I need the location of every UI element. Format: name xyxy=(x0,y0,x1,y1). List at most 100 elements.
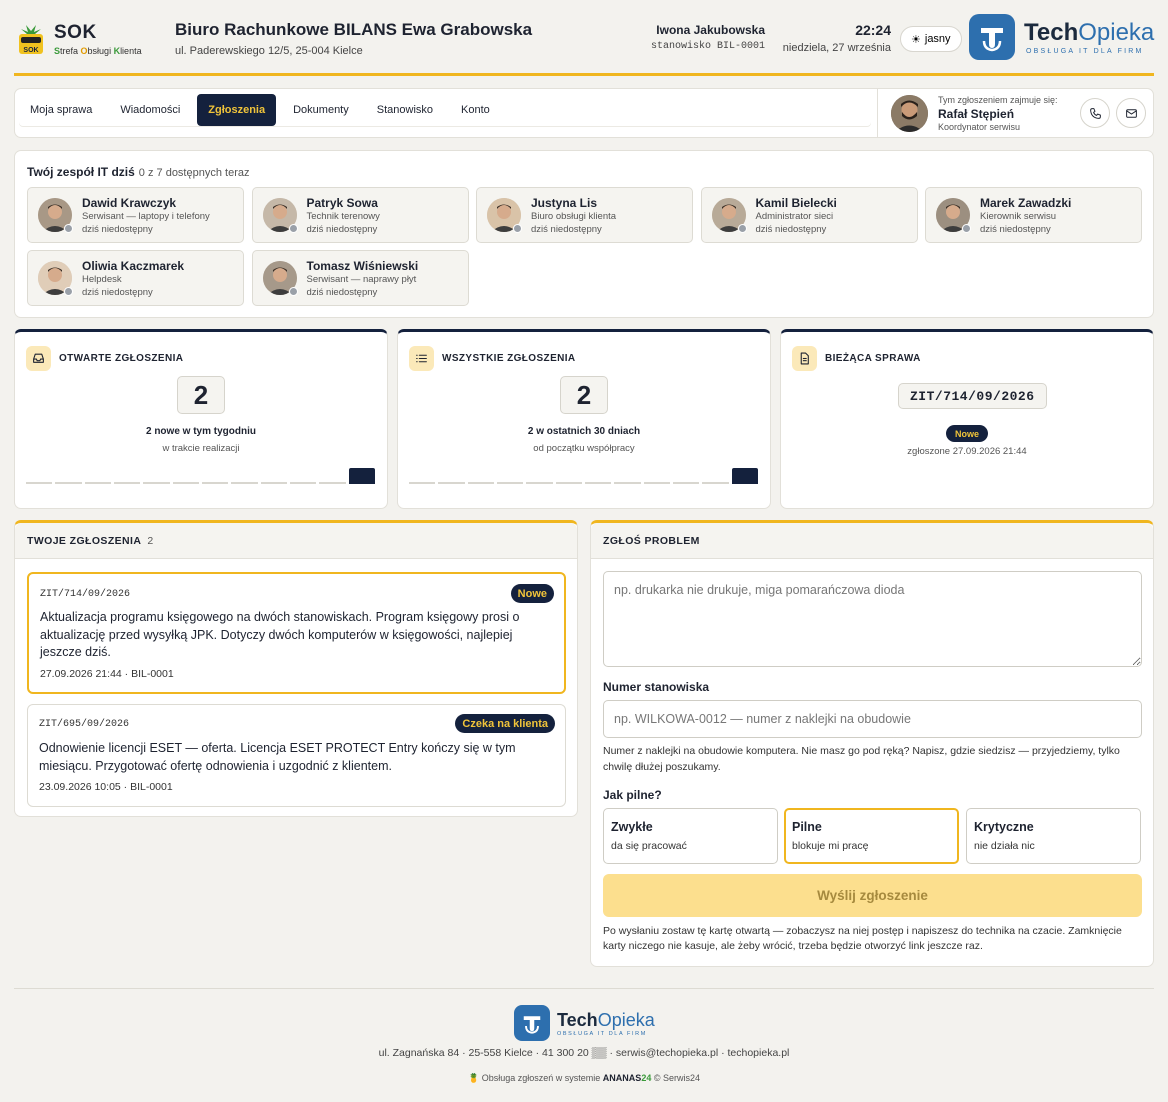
current-case-id[interactable]: ZIT/714/09/2026 xyxy=(898,383,1047,409)
urgency-option-critical[interactable]: Krytyczne nie działa nic xyxy=(966,808,1141,864)
spark-bar xyxy=(348,468,375,484)
footer-tagline: OBSŁUGA IT DLA FIRM xyxy=(557,1030,647,1037)
footer-contact: ul. Zagnańska 84 · 25-558 Kielce · 41 30… xyxy=(378,1047,790,1059)
footer-divider xyxy=(14,988,1154,989)
clock: 22:24 niedziela, 27 września xyxy=(779,22,891,54)
spark-baseline xyxy=(643,482,670,484)
company-address: ul. Paderewskiego 12/5, 25-004 Kielce xyxy=(175,45,363,57)
urgency-title: Krytyczne xyxy=(974,820,1034,834)
member-name: Tomasz Wiśniewski xyxy=(306,259,419,273)
team-member-card[interactable]: Kamil Bielecki Administrator sieci dziś ni… xyxy=(700,187,918,243)
pineapple-logo-icon: SOK xyxy=(19,25,43,54)
station-number-input[interactable] xyxy=(603,700,1142,738)
list-icon xyxy=(409,346,434,371)
team-member-card[interactable]: Tomasz Wiśniewski Serwisant — naprawy pły… xyxy=(251,250,469,306)
urgency-option-urgent[interactable]: Pilne blokuje mi pracę xyxy=(784,808,959,864)
tab-stanowisko[interactable]: Stanowisko xyxy=(366,94,444,126)
member-role: Serwisant — laptopy i telefony xyxy=(82,211,210,222)
station-help-text: Numer z naklejki na obudowie komputera. … xyxy=(603,745,1120,773)
member-status: dziś niedostępny xyxy=(531,224,602,235)
urgency-subtitle: nie działa nic xyxy=(974,840,1035,852)
spark-baseline xyxy=(614,482,641,484)
brand-subtitle: Strefa Obsługi Klienta xyxy=(54,46,142,56)
current-case-date: zgłoszone 27.09.2026 21:44 xyxy=(907,446,1027,457)
footer-techopieka-logo[interactable]: TechOpieka OBSŁUGA IT DLA FIRM xyxy=(514,1005,655,1041)
member-role: Kierownik serwisu xyxy=(980,211,1057,222)
team-availability: 0 z 7 dostępnych teraz xyxy=(138,167,250,179)
team-member-card[interactable]: Marek Zawadzki Kierownik serwisu dziś nied… xyxy=(925,187,1142,243)
tab-konto[interactable]: Konto xyxy=(450,94,501,126)
spark-baseline xyxy=(555,482,582,484)
tab-dokumenty[interactable]: Dokumenty xyxy=(282,94,360,126)
spark-bar xyxy=(731,468,758,484)
ticket-card[interactable]: ZIT/695/09/2026 Czeka na klienta Odnowie… xyxy=(27,704,566,807)
status-dot xyxy=(288,224,298,233)
call-button[interactable] xyxy=(1080,98,1110,128)
document-icon xyxy=(792,346,817,371)
member-name: Patryk Sowa xyxy=(306,196,378,210)
ticket-body: Odnowienie licencji ESET — oferta. Licen… xyxy=(39,741,516,773)
status-dot xyxy=(64,224,73,233)
message-button[interactable] xyxy=(1116,98,1146,128)
status-dot xyxy=(737,224,747,233)
member-status: dziś niedostępny xyxy=(980,224,1051,235)
user-station: stanowisko BIL-0001 xyxy=(650,41,765,52)
clock-time: 22:24 xyxy=(855,22,891,38)
spark-baseline xyxy=(319,482,346,484)
team-member-card[interactable]: Oliwia Kaczmarek Helpdesk dziś niedostępny xyxy=(27,250,244,306)
team-member-card[interactable]: Patryk Sowa Technik terenowy dziś niedostę… xyxy=(251,187,469,243)
urgency-subtitle: blokuje mi pracę xyxy=(792,840,869,852)
techopieka-tagline: OBSŁUGA IT DLA FIRM xyxy=(1026,48,1144,55)
spark-baseline xyxy=(673,482,700,484)
ticket-body: Aktualizacja programu księgowego na dwóc… xyxy=(40,610,520,659)
urgency-title: Pilne xyxy=(792,820,822,834)
member-name: Kamil Bielecki xyxy=(755,196,837,210)
spark-baseline xyxy=(231,482,258,484)
spark-baseline xyxy=(172,482,199,484)
theme-toggle-button[interactable]: ☀ jasny xyxy=(900,26,962,52)
tab-wiadomosci[interactable]: Wiadomości xyxy=(109,94,191,126)
team-member-card[interactable]: Justyna Lis Biuro obsługi klienta dziś nie… xyxy=(476,187,693,243)
member-status: dziś niedostępny xyxy=(306,224,378,235)
member-name: Oliwia Kaczmarek xyxy=(82,259,185,273)
problem-description-input[interactable] xyxy=(603,571,1142,667)
inbox-icon xyxy=(26,346,51,371)
station-label: Numer stanowiska xyxy=(603,680,710,694)
member-role: Administrator sieci xyxy=(755,211,834,222)
ticket-card[interactable]: ZIT/714/09/2026 Nowe Aktualizacja progra… xyxy=(27,572,566,694)
member-role: Helpdesk xyxy=(82,274,122,285)
urgency-option-normal[interactable]: Zwykłe da się pracować xyxy=(603,808,778,864)
tab-zgloszenia[interactable]: Zgłoszenia xyxy=(197,94,277,126)
status-dot xyxy=(962,224,971,233)
member-status: dziś niedostępny xyxy=(306,287,378,298)
spark-baseline xyxy=(585,482,612,484)
spark-baseline xyxy=(114,482,141,484)
submit-note: Po wysłaniu zostaw tę kartę otwartą — zo… xyxy=(603,925,1122,952)
coordinator-panel: Tym zgłoszeniem zajmuje się: Rafał Stępi… xyxy=(877,89,1154,137)
tab-moja-sprawa[interactable]: Moja sprawa xyxy=(19,94,103,126)
urgency-title: Zwykłe xyxy=(611,820,653,834)
sok-brand[interactable]: SOK SOK Strefa Obsługi Klienta xyxy=(16,22,142,56)
stat-open-tickets: OTWARTE ZGŁOSZENIA 2 2 nowe w tym tygodn… xyxy=(14,329,388,509)
team-heading: Twój zespół IT dziś 0 z 7 dostępnych tera… xyxy=(27,165,249,179)
coordinator-role: Koordynator serwisu xyxy=(938,122,1021,132)
pineapple-icon: 🍍 xyxy=(468,1073,480,1083)
spark-baseline xyxy=(260,482,287,484)
ticket-id: ZIT/695/09/2026 xyxy=(39,719,130,730)
team-member-card[interactable]: Dawid Krawczyk Serwisant — laptopy i tele… xyxy=(27,187,244,243)
coordinator-lead: Tym zgłoszeniem zajmuje się: xyxy=(938,95,1058,105)
spark-baseline xyxy=(526,482,553,484)
stat-line1: 2 nowe w tym tygodniu xyxy=(145,426,256,437)
member-role: Serwisant — naprawy płyt xyxy=(306,274,417,285)
status-badge: Nowe xyxy=(510,584,554,603)
status-badge: Czeka na klienta xyxy=(455,714,555,733)
status-dot xyxy=(288,287,298,296)
clock-date: niedziela, 27 września xyxy=(782,42,891,54)
stat-title: WSZYSTKIE ZGŁOSZENIA xyxy=(442,353,576,364)
techopieka-logo[interactable]: TechOpieka OBSŁUGA IT DLA FIRM xyxy=(969,14,1154,60)
submit-ticket-button[interactable]: Wyślij zgłoszenie xyxy=(603,874,1142,917)
sparkline xyxy=(26,464,378,484)
spark-baseline xyxy=(497,482,524,484)
spark-baseline xyxy=(55,482,82,484)
ticket-id: ZIT/714/09/2026 xyxy=(40,589,131,600)
